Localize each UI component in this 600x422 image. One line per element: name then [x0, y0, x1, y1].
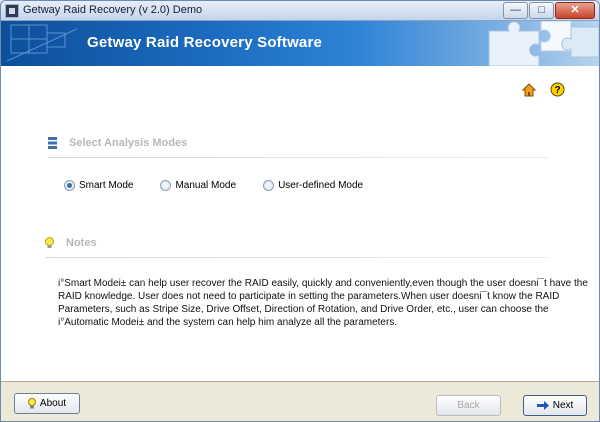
help-icon[interactable]: ? — [550, 82, 565, 97]
home-icon[interactable] — [522, 83, 536, 97]
next-button[interactable]: Next — [523, 395, 587, 416]
svg-text:?: ? — [554, 85, 560, 96]
radio-indicator-smart[interactable] — [64, 180, 75, 191]
maximize-button[interactable]: □ — [529, 2, 554, 19]
header-banner: Getway Raid Recovery Software — [1, 21, 599, 66]
about-button-label: About — [39, 398, 67, 409]
radio-indicator-manual[interactable] — [160, 180, 172, 191]
notes-text: i°Smart Modei± can help user recover the… — [58, 278, 588, 328]
app-window: Getway Raid Recovery (v 2.0) Demo — □ ✕ … — [0, 0, 600, 422]
back-button[interactable]: Back — [436, 395, 501, 416]
banner-title: Getway Raid Recovery Software — [87, 34, 323, 51]
title-bar[interactable]: Getway Raid Recovery (v 2.0) Demo — □ ✕ — [1, 1, 599, 21]
arrow-right-icon — [536, 401, 549, 410]
notes-heading: Notes — [45, 237, 97, 249]
radio-indicator-user-defined[interactable] — [263, 180, 275, 191]
analysis-heading: Select Analysis Modes — [48, 137, 187, 149]
next-button-label: Next — [552, 400, 574, 411]
analysis-mode-group: Smart Mode Manual Mode User-defined Mode — [64, 180, 390, 191]
footer-bar — [1, 381, 599, 421]
close-button[interactable]: ✕ — [555, 2, 595, 19]
minimize-button[interactable]: — — [503, 2, 528, 19]
radio-smart-mode[interactable]: Smart Mode — [64, 180, 133, 191]
about-button[interactable]: About — [14, 393, 80, 414]
app-icon — [5, 4, 19, 18]
notes-heading-label: Notes — [66, 237, 97, 249]
lightbulb-small-icon — [27, 397, 36, 408]
main-content — [1, 66, 599, 381]
list-icon — [48, 137, 57, 149]
back-button-label: Back — [457, 400, 480, 411]
lightbulb-icon — [45, 237, 54, 248]
radio-label-user-defined: User-defined Mode — [278, 180, 364, 191]
analysis-heading-label: Select Analysis Modes — [69, 137, 188, 149]
radio-label-manual: Manual Mode — [175, 180, 237, 191]
radio-manual-mode[interactable]: Manual Mode — [160, 180, 236, 191]
analysis-divider — [48, 157, 548, 158]
notes-divider — [45, 257, 548, 258]
radio-user-defined-mode[interactable]: User-defined Mode — [263, 180, 363, 191]
radio-label-smart: Smart Mode — [79, 180, 134, 191]
window-title: Getway Raid Recovery (v 2.0) Demo — [23, 4, 203, 16]
window-controls: — □ ✕ — [503, 2, 595, 19]
puzzle-graphic — [488, 21, 599, 66]
banner-decoration — [7, 24, 77, 62]
